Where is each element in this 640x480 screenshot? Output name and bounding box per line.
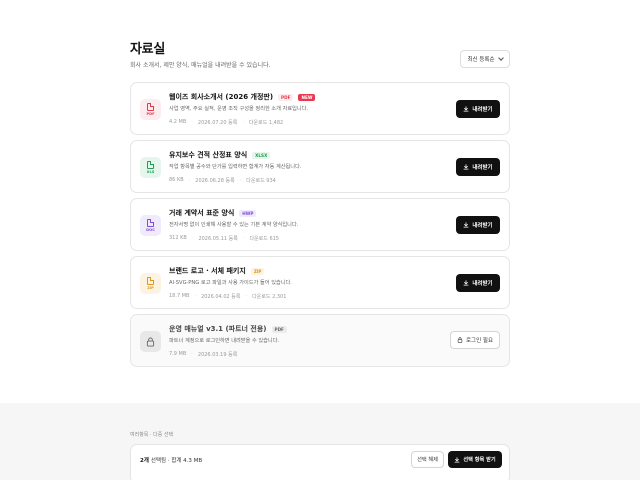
download-icon — [454, 456, 460, 462]
file-card: XLS 유지보수 견적 산정표 양식 XLSX 작업 항목별 공수와 단가를 입… — [130, 140, 510, 193]
download-count: 다운로드 934 — [246, 178, 276, 184]
file-size: 86 KB — [169, 177, 184, 183]
file-description: 작업 항목별 공수와 단가를 입력하면 합계가 자동 계산됩니다. — [169, 164, 302, 170]
file-title: 거래 계약서 표준 양식 — [169, 209, 235, 217]
file-title: 브랜드 로고 · 서체 패키지 — [169, 267, 246, 275]
file-description: AI·SVG·PNG 로고 파일과 사용 가이드가 들어 있습니다. — [169, 280, 292, 286]
download-button[interactable]: 내려받기 — [456, 158, 500, 176]
file-title-row: 거래 계약서 표준 양식 HWP — [169, 208, 257, 218]
file-icon-ext: ZIP — [147, 286, 154, 290]
download-count: 다운로드 1,482 — [248, 120, 284, 126]
file-size: 312 KB — [169, 235, 187, 241]
download-selected-label: 선택 항목 받기 — [463, 457, 496, 463]
file-date: 2026.07.20 등록 — [197, 120, 238, 126]
file-icon-ext: XLS — [146, 170, 155, 174]
meta-separator: · — [242, 119, 244, 125]
file-meta: 7.9 MB · 2026.03.19 등록 — [169, 351, 237, 358]
file-title-row: 브랜드 로고 · 서체 패키지 ZIP — [169, 266, 265, 276]
download-icon — [463, 164, 469, 170]
download-label: 내려받기 — [472, 165, 493, 171]
file-description: 사업 영역, 주요 실적, 운영 조직 구성을 정리한 소개 자료입니다. — [169, 106, 309, 112]
lock-icon — [140, 331, 161, 352]
meta-separator: · — [191, 351, 193, 357]
page-title: 자료실 — [130, 42, 165, 57]
pdf-file-icon: PDF — [140, 99, 161, 120]
selection-count: 2개 선택됨 · 합계 4.3 MB — [140, 456, 202, 464]
download-label: 내려받기 — [472, 281, 493, 287]
bottom-section: 여러항목 · 다중 선택 2개 선택됨 · 합계 4.3 MB 선택 해제 선택… — [0, 403, 640, 480]
download-label: 내려받기 — [472, 223, 493, 229]
page-subtitle: 회사 소개서, 제안 양식, 매뉴얼을 내려받을 수 있습니다. — [130, 62, 271, 69]
selection-section-label: 여러항목 · 다중 선택 — [130, 432, 174, 438]
login-required-label: 로그인 필요 — [465, 338, 494, 344]
new-badge: NEW — [298, 93, 316, 101]
file-icon-ext: PDF — [146, 112, 155, 116]
file-date: 2026.04.02 등록 — [201, 294, 241, 300]
download-count: 다운로드 2,301 — [252, 294, 287, 300]
file-card: 운영 매뉴얼 v3.1 (파트너 전용) PDF 파트너 계정으로 로그인하면 … — [130, 314, 510, 367]
file-meta: 4.2 MB · 2026.07.20 등록 · 다운로드 1,482 — [169, 119, 283, 126]
meta-separator: · — [194, 293, 197, 299]
file-card: ZIP 브랜드 로고 · 서체 패키지 ZIP AI·SVG·PNG 로고 파일… — [130, 256, 510, 309]
lock-icon — [457, 337, 463, 343]
download-icon — [463, 106, 469, 112]
file-type-tag: XLSX — [252, 151, 271, 159]
file-size: 7.9 MB — [169, 351, 187, 357]
selection-count-suffix: 선택됨 · 합계 4.3 MB — [150, 458, 203, 464]
sort-select-label: 최신 등록순 — [467, 57, 495, 63]
file-title-row: 웹이즈 회사소개서 (2026 개정판) PDF NEW — [169, 92, 316, 102]
file-title: 웹이즈 회사소개서 (2026 개정판) — [169, 93, 274, 101]
clear-selection-button[interactable]: 선택 해제 — [411, 451, 444, 468]
sort-select[interactable]: 최신 등록순 — [460, 50, 510, 68]
download-button[interactable]: 내려받기 — [456, 274, 500, 292]
file-title-row: 운영 매뉴얼 v3.1 (파트너 전용) PDF — [169, 324, 287, 334]
file-type-tag: ZIP — [250, 267, 265, 275]
download-icon — [463, 280, 469, 286]
file-title: 운영 매뉴얼 v3.1 (파트너 전용) — [169, 325, 267, 333]
download-label: 내려받기 — [472, 107, 493, 113]
chevron-down-icon — [497, 55, 504, 61]
file-type-tag: PDF — [271, 325, 287, 333]
file-title: 유지보수 견적 산정표 양식 — [169, 151, 248, 159]
doc-file-icon: DOC — [140, 215, 161, 236]
file-type-tag: HWP — [239, 209, 257, 217]
download-button[interactable]: 내려받기 — [456, 100, 500, 118]
file-meta: 86 KB · 2026.06.28 등록 · 다운로드 934 — [169, 177, 276, 184]
meta-separator: · — [239, 177, 242, 183]
meta-separator: · — [245, 293, 248, 299]
xls-file-icon: XLS — [140, 157, 161, 178]
meta-separator: · — [191, 119, 193, 125]
zip-file-icon: ZIP — [140, 273, 161, 294]
file-description: 파트너 계정으로 로그인하면 내려받을 수 있습니다. — [169, 338, 280, 344]
file-size: 18.7 MB — [169, 293, 190, 299]
file-date: 2026.06.28 등록 — [195, 178, 235, 184]
meta-separator: · — [188, 177, 191, 183]
file-title-row: 유지보수 견적 산정표 양식 XLSX — [169, 150, 271, 160]
download-selected-button[interactable]: 선택 항목 받기 — [448, 451, 502, 468]
selection-bar: 2개 선택됨 · 합계 4.3 MB 선택 해제 선택 항목 받기 — [130, 444, 510, 480]
download-button[interactable]: 내려받기 — [456, 216, 500, 234]
download-icon — [463, 222, 469, 228]
file-card: PDF 웹이즈 회사소개서 (2026 개정판) PDF NEW 사업 영역, 주… — [130, 82, 510, 135]
file-card: DOC 거래 계약서 표준 양식 HWP 전자서명 없이 인쇄해 사용할 수 있… — [130, 198, 510, 251]
meta-separator: · — [242, 235, 245, 241]
file-date: 2026.05.11 등록 — [198, 236, 238, 242]
file-type-tag: PDF — [278, 93, 294, 101]
file-date: 2026.03.19 등록 — [197, 352, 238, 358]
download-count: 다운로드 615 — [249, 236, 279, 242]
file-description: 전자서명 없이 인쇄해 사용할 수 있는 기본 계약 양식입니다. — [169, 222, 299, 228]
meta-separator: · — [191, 235, 194, 241]
file-icon-ext: DOC — [146, 228, 155, 232]
file-meta: 312 KB · 2026.05.11 등록 · 다운로드 615 — [169, 235, 279, 242]
file-size: 4.2 MB — [169, 119, 187, 125]
file-meta: 18.7 MB · 2026.04.02 등록 · 다운로드 2,301 — [169, 293, 286, 300]
login-required-button[interactable]: 로그인 필요 — [450, 331, 500, 349]
selection-count-number: 2개 — [140, 458, 149, 464]
